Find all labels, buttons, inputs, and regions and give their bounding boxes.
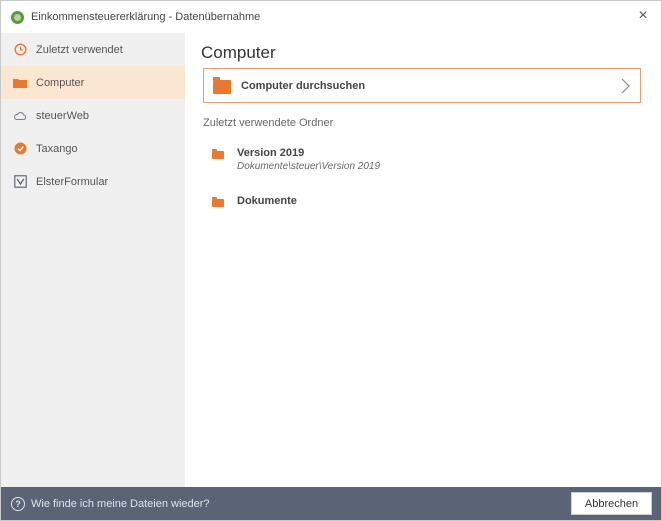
taxango-icon [13, 142, 27, 156]
recent-folder-item[interactable]: Version 2019 Dokumente\steuer\Version 20… [212, 147, 380, 173]
sidebar: Zuletzt verwendet Computer steuerWeb Tax… [1, 33, 185, 487]
window-title: Einkommensteuererklärung - Datenübernahm… [31, 11, 261, 23]
folder-icon [212, 149, 224, 159]
title-bar: Einkommensteuererklärung - Datenübernahm… [1, 1, 661, 33]
elster-icon [13, 175, 27, 189]
main-panel: Computer Computer durchsuchen Zuletzt ve… [185, 33, 661, 487]
sidebar-item-label: Computer [36, 76, 85, 89]
sidebar-item-recent[interactable]: Zuletzt verwendet [1, 33, 185, 66]
sidebar-item-label: Taxango [36, 142, 78, 155]
sidebar-item-elsterformular[interactable]: ElsterFormular [1, 165, 185, 198]
close-button[interactable]: × [631, 5, 655, 27]
folder-name: Dokumente [237, 195, 297, 207]
dialog-window: Einkommensteuererklärung - Datenübernahm… [0, 0, 662, 521]
help-icon: ? [11, 496, 25, 511]
page-title: Computer [201, 43, 276, 62]
footer-bar: ? Wie finde ich meine Dateien wieder? Ab… [1, 487, 661, 520]
recent-folders-header: Zuletzt verwendete Ordner [203, 117, 334, 129]
sidebar-item-label: steuerWeb [36, 109, 89, 122]
clock-icon [13, 43, 27, 57]
chevron-right-icon [621, 78, 630, 94]
folder-path: Dokumente\steuer\Version 2019 [237, 161, 381, 172]
help-link[interactable]: Wie finde ich meine Dateien wieder? [31, 498, 210, 510]
cloud-icon [13, 109, 27, 123]
close-icon: × [638, 7, 648, 24]
folder-icon [212, 197, 224, 207]
browse-computer-label: Computer durchsuchen [241, 79, 366, 92]
app-logo-icon [11, 10, 24, 24]
recent-folder-item[interactable]: Dokumente [212, 195, 297, 208]
cancel-button[interactable]: Abbrechen [571, 492, 652, 515]
sidebar-item-computer[interactable]: Computer [1, 66, 185, 99]
browse-computer-button[interactable]: Computer durchsuchen [203, 68, 641, 103]
folder-name: Version 2019 [237, 147, 305, 159]
folder-icon [213, 77, 231, 94]
sidebar-item-label: ElsterFormular [36, 175, 109, 188]
sidebar-item-taxango[interactable]: Taxango [1, 132, 185, 165]
sidebar-item-label: Zuletzt verwendet [36, 43, 123, 56]
folder-icon [13, 76, 27, 90]
sidebar-item-steuerweb[interactable]: steuerWeb [1, 99, 185, 132]
